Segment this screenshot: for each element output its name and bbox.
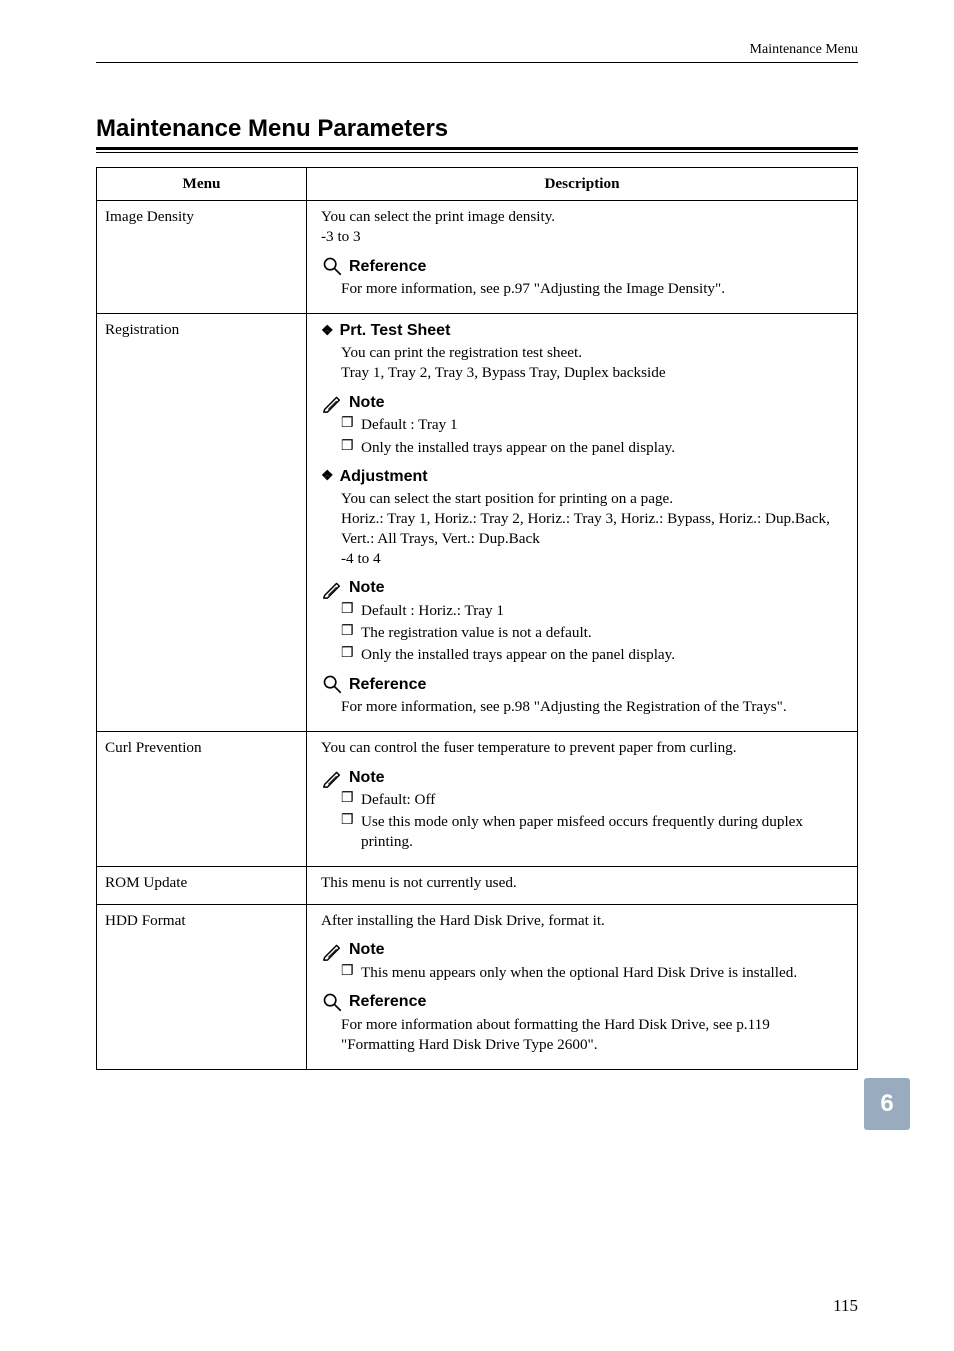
reference-heading: Reference <box>321 991 847 1013</box>
note-bullets: Default : Horiz.: Tray 1 The registratio… <box>321 601 847 665</box>
note-bullets: Default: Off Use this mode only when pap… <box>321 790 847 852</box>
reference-body: For more information, see p.98 "Adjustin… <box>321 697 847 717</box>
subsection-body: You can print the registration test shee… <box>321 343 847 383</box>
table-row: Curl Prevention You can control the fuse… <box>97 732 858 867</box>
subsection-text: You can print the registration test shee… <box>341 343 847 363</box>
subsection-body: You can select the start position for pr… <box>321 489 847 569</box>
section-title: Maintenance Menu Parameters <box>96 115 858 143</box>
menu-cell: Curl Prevention <box>97 732 307 867</box>
content: Maintenance Menu Parameters Menu Descrip… <box>96 115 858 1070</box>
list-item: Default: Off <box>341 790 847 810</box>
page-section-tab: 6 <box>864 1078 910 1130</box>
subsection-heading: ❖ Adjustment <box>321 466 847 487</box>
note-label: Note <box>349 392 385 413</box>
menu-cell: HDD Format <box>97 904 307 1069</box>
note-icon <box>321 766 343 788</box>
list-item: Use this mode only when paper misfeed oc… <box>341 812 847 852</box>
reference-body: For more information, see p.97 "Adjustin… <box>321 279 847 299</box>
subsection-text: You can select the start position for pr… <box>341 489 847 509</box>
header-rule <box>96 62 858 63</box>
note-label: Note <box>349 577 385 598</box>
list-item: The registration value is not a default. <box>341 623 847 643</box>
subsection-text: Horiz.: Tray 1, Horiz.: Tray 2, Horiz.: … <box>341 509 847 549</box>
table-row: Image Density You can select the print i… <box>97 201 858 314</box>
reference-icon <box>321 991 343 1013</box>
table-row: Registration ❖ Prt. Test Sheet You can p… <box>97 314 858 732</box>
note-heading: Note <box>321 766 847 788</box>
desc-intro: You can select the print image density. <box>321 207 847 227</box>
note-heading: Note <box>321 391 847 413</box>
col-header-description: Description <box>307 168 858 201</box>
list-item: This menu appears only when the optional… <box>341 963 847 983</box>
table-row: HDD Format After installing the Hard Dis… <box>97 904 858 1069</box>
desc-cell: ❖ Prt. Test Sheet You can print the regi… <box>307 314 858 732</box>
note-label: Note <box>349 767 385 788</box>
reference-icon <box>321 673 343 695</box>
desc-cell: You can select the print image density. … <box>307 201 858 314</box>
list-item: Only the installed trays appear on the p… <box>341 438 847 458</box>
reference-label: Reference <box>349 991 426 1012</box>
reference-label: Reference <box>349 256 426 277</box>
diamond-icon: ❖ <box>321 323 334 337</box>
title-rules <box>96 147 858 153</box>
note-bullets: This menu appears only when the optional… <box>321 963 847 983</box>
menu-cell: ROM Update <box>97 867 307 904</box>
note-heading: Note <box>321 939 847 961</box>
desc-range: -3 to 3 <box>321 227 847 247</box>
subsection-label: Prt. Test Sheet <box>340 320 451 341</box>
note-icon <box>321 391 343 413</box>
reference-heading: Reference <box>321 673 847 695</box>
note-heading: Note <box>321 577 847 599</box>
list-item: Default : Horiz.: Tray 1 <box>341 601 847 621</box>
page-number: 115 <box>833 1296 858 1316</box>
desc-intro: After installing the Hard Disk Drive, fo… <box>321 911 847 931</box>
reference-body: For more information about formatting th… <box>321 1015 847 1055</box>
table-row: ROM Update This menu is not currently us… <box>97 867 858 904</box>
list-item: Only the installed trays appear on the p… <box>341 645 847 665</box>
subsection-label: Adjustment <box>340 466 428 487</box>
table-header-row: Menu Description <box>97 168 858 201</box>
running-header: Maintenance Menu <box>750 42 858 58</box>
parameters-table: Menu Description Image Density You can s… <box>96 167 858 1070</box>
note-icon <box>321 939 343 961</box>
desc-cell: You can control the fuser temperature to… <box>307 732 858 867</box>
desc-cell: After installing the Hard Disk Drive, fo… <box>307 904 858 1069</box>
subsection-heading: ❖ Prt. Test Sheet <box>321 320 847 341</box>
subsection-text: -4 to 4 <box>341 549 847 569</box>
reference-icon <box>321 255 343 277</box>
diamond-icon: ❖ <box>321 468 334 482</box>
list-item: Default : Tray 1 <box>341 415 847 435</box>
desc-intro: This menu is not currently used. <box>321 873 847 893</box>
subsection-text: Tray 1, Tray 2, Tray 3, Bypass Tray, Dup… <box>341 363 847 383</box>
menu-cell: Registration <box>97 314 307 732</box>
menu-cell: Image Density <box>97 201 307 314</box>
note-icon <box>321 577 343 599</box>
page: Maintenance Menu Maintenance Menu Parame… <box>0 0 954 1351</box>
reference-label: Reference <box>349 674 426 695</box>
note-label: Note <box>349 939 385 960</box>
desc-cell: This menu is not currently used. <box>307 867 858 904</box>
desc-intro: You can control the fuser temperature to… <box>321 738 847 758</box>
note-bullets: Default : Tray 1 Only the installed tray… <box>321 415 847 457</box>
reference-heading: Reference <box>321 255 847 277</box>
col-header-menu: Menu <box>97 168 307 201</box>
